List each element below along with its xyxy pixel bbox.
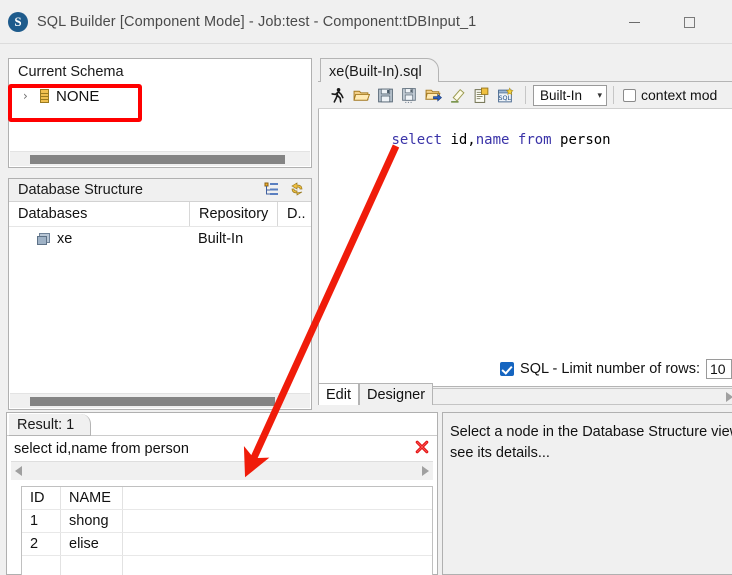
connection-select[interactable]: Built-In ▾	[533, 84, 607, 106]
database-structure-horizontal-scrollbar[interactable]	[10, 393, 310, 408]
database-structure-column-headers: Databases Repository D..	[9, 202, 311, 227]
sql-text-editor[interactable]: select id,name from person	[318, 109, 732, 387]
table-row[interactable]: 1 shong	[22, 510, 432, 533]
result-panel: Result: 1 select id,name from person ID …	[6, 412, 438, 575]
database-structure-title: Database Structure	[18, 182, 143, 198]
scrollbar-thumb[interactable]	[30, 155, 285, 164]
details-panel: Select a node in the Database Structure …	[442, 412, 732, 575]
sql-toolbar: SQL Built-In ▾ context mod	[318, 82, 732, 109]
chevron-down-icon: ▾	[597, 89, 602, 100]
sql-token-space	[509, 132, 517, 148]
table-row-empty[interactable]	[22, 556, 432, 575]
database-icon	[37, 232, 51, 246]
table-header-row: ID NAME	[22, 487, 432, 510]
cell-empty	[123, 533, 432, 555]
schema-horizontal-scrollbar[interactable]	[10, 151, 310, 166]
maximize-button[interactable]	[666, 0, 712, 44]
result-query-row: select id,name from person	[7, 436, 437, 461]
details-message-line1: Select a node in the Database Structure …	[450, 424, 732, 440]
scroll-right-arrow-icon[interactable]	[726, 391, 732, 402]
details-message-line2: see its details...	[450, 445, 550, 461]
save-icon[interactable]	[375, 85, 396, 106]
cell-name: shong	[61, 510, 123, 532]
column-header-d[interactable]: D..	[277, 202, 311, 226]
chevron-right-icon[interactable]: ›	[23, 89, 35, 103]
result-query-text: select id,name from person	[14, 440, 189, 457]
database-structure-header-icons	[264, 181, 305, 197]
scroll-right-arrow-icon[interactable]	[422, 466, 429, 476]
result-horizontal-scrollbar[interactable]	[11, 461, 433, 480]
cell-id: 2	[22, 533, 61, 555]
sql-token-person: person	[551, 132, 611, 148]
sql-builder-window: SQL Builder [Component Mode] - Job:test …	[0, 0, 732, 575]
column-header-repository[interactable]: Repository	[189, 202, 277, 226]
column-header-name[interactable]: NAME	[61, 487, 123, 509]
close-result-icon[interactable]	[415, 440, 429, 454]
database-name: xe	[57, 231, 73, 247]
sql-tab-row: xe(Built-In).sql	[318, 58, 732, 82]
current-schema-panel: Current Schema › NONE	[8, 58, 312, 168]
schema-node-label: NONE	[56, 87, 100, 105]
scroll-left-arrow-icon[interactable]	[15, 466, 22, 476]
sql-token-id: id,	[442, 132, 476, 148]
database-cell: xe	[9, 231, 189, 247]
cell-id: 1	[22, 510, 61, 532]
tab-result-1[interactable]: Result: 1	[9, 414, 92, 436]
import-icon[interactable]	[423, 85, 444, 106]
tab-sql-file[interactable]: xe(Built-In).sql	[320, 58, 439, 82]
repository-cell: Built-In	[198, 231, 244, 247]
generate-sql-icon[interactable]: SQL	[495, 85, 516, 106]
database-structure-rows: xe Built-In	[9, 227, 311, 251]
clipboard-icon[interactable]	[471, 85, 492, 106]
minimize-icon	[628, 21, 640, 23]
sql-builder-app-icon	[8, 11, 28, 32]
cell-empty	[123, 510, 432, 532]
sql-token-select: select	[391, 132, 443, 148]
minimize-button[interactable]	[611, 0, 657, 44]
title-bar: SQL Builder [Component Mode] - Job:test …	[0, 0, 732, 44]
table-row[interactable]: 2 elise	[22, 533, 432, 556]
limit-rows-label: SQL - Limit number of rows:	[520, 361, 700, 377]
tab-edit[interactable]: Edit	[318, 383, 359, 405]
database-structure-header: Database Structure	[9, 179, 311, 202]
open-folder-icon[interactable]	[351, 85, 372, 106]
column-header-empty	[123, 487, 432, 509]
schema-icon	[40, 89, 49, 103]
column-header-id[interactable]: ID	[22, 487, 61, 509]
checkbox-box[interactable]	[623, 88, 636, 102]
sql-editor-area: xe(Built-In).sql SQL Built-In ▾ context …	[318, 58, 732, 406]
maximize-icon	[683, 16, 695, 28]
limit-rows-checkbox[interactable]	[500, 362, 515, 376]
cell-name: elise	[61, 533, 123, 555]
editor-mode-tabs: Edit Designer	[318, 383, 434, 405]
scrollbar-thumb[interactable]	[30, 397, 275, 406]
context-mode-checkbox[interactable]: context mod	[623, 87, 717, 103]
context-mode-label: context mod	[641, 87, 718, 103]
sql-token-from: from	[517, 132, 552, 148]
tab-designer[interactable]: Designer	[359, 383, 434, 405]
save-as-icon[interactable]	[399, 85, 420, 106]
svg-text:SQL: SQL	[498, 93, 511, 101]
schema-tree-node-none[interactable]: › NONE	[9, 85, 311, 107]
result-table: ID NAME 1 shong 2 elise	[21, 486, 433, 575]
sql-code[interactable]: select id,name from person	[319, 109, 732, 167]
window-title: SQL Builder [Component Mode] - Job:test …	[37, 13, 477, 30]
limit-rows-input[interactable]: 10	[706, 359, 732, 379]
column-header-databases[interactable]: Databases	[9, 202, 189, 226]
eraser-icon[interactable]	[447, 85, 468, 106]
tree-layout-icon[interactable]	[264, 181, 280, 197]
details-message: Select a node in the Database Structure …	[443, 413, 732, 464]
run-icon[interactable]	[327, 85, 348, 106]
refresh-icon[interactable]	[289, 181, 305, 197]
connection-select-value: Built-In	[540, 87, 583, 103]
limit-rows-row: SQL - Limit number of rows: 10	[318, 358, 732, 380]
sql-token-name: name	[475, 132, 510, 148]
database-structure-panel: Database Structure Databases Repository	[8, 178, 312, 410]
current-schema-title: Current Schema	[18, 64, 124, 80]
table-row[interactable]: xe Built-In	[9, 227, 311, 251]
